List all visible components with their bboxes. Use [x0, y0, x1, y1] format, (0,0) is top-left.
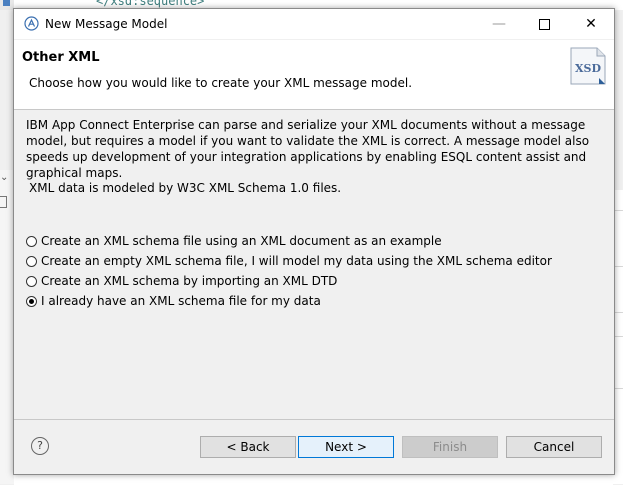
page-description: Choose how you would like to create your…: [29, 76, 413, 90]
xsd-file-icon: XSD: [570, 47, 606, 85]
radio-button[interactable]: [26, 255, 37, 267]
back-button[interactable]: < Back: [200, 436, 296, 458]
option-import-dtd[interactable]: Create an XML schema by importing an XML…: [26, 271, 552, 291]
title-bar[interactable]: New Message Model — ✕: [14, 9, 614, 39]
option-label: Create an empty XML schema file, I will …: [41, 254, 552, 268]
radio-button-selected[interactable]: [26, 295, 37, 307]
next-button[interactable]: Next >: [298, 436, 394, 458]
wizard-header: Other XML Choose how you would like to c…: [14, 40, 614, 110]
xsd-icon-label: XSD: [575, 62, 601, 75]
background-left-panel: [0, 170, 14, 484]
editor-gutter: [0, 0, 14, 10]
footer-separator: [14, 419, 614, 420]
option-label: Create an XML schema by importing an XML…: [41, 274, 338, 288]
creation-options: Create an XML schema file using an XML d…: [26, 231, 552, 311]
option-from-xml-document[interactable]: Create an XML schema file using an XML d…: [26, 231, 552, 251]
option-label: Create an XML schema file using an XML d…: [41, 234, 442, 248]
minimize-button[interactable]: —: [476, 9, 522, 39]
new-message-model-dialog: New Message Model — ✕ Other XML Choose h…: [13, 8, 615, 475]
option-empty-schema[interactable]: Create an empty XML schema file, I will …: [26, 251, 552, 271]
cancel-button[interactable]: Cancel: [506, 436, 602, 458]
schema-note: XML data is modeled by W3C XML Schema 1.…: [29, 181, 342, 195]
chevron-down-icon: ⌄: [0, 172, 9, 183]
option-label: I already have an XML schema file for my…: [41, 294, 321, 308]
finish-button[interactable]: Finish: [402, 436, 498, 458]
panel-icon: [0, 196, 7, 208]
background-bottom-panel: [14, 474, 613, 485]
radio-button[interactable]: [26, 235, 37, 247]
close-button[interactable]: ✕: [568, 9, 614, 39]
background-code-line: </xsd:sequence>: [96, 0, 205, 8]
app-connect-icon: [24, 16, 39, 31]
intro-text: IBM App Connect Enterprise can parse and…: [26, 118, 590, 180]
page-title: Other XML: [22, 50, 100, 65]
help-icon[interactable]: ?: [31, 437, 49, 455]
option-existing-schema[interactable]: I already have an XML schema file for my…: [26, 291, 552, 311]
maximize-icon: [539, 19, 550, 30]
maximize-button[interactable]: [522, 9, 568, 39]
radio-button[interactable]: [26, 275, 37, 287]
gutter-marker: [3, 0, 10, 6]
dialog-title: New Message Model: [45, 17, 168, 31]
